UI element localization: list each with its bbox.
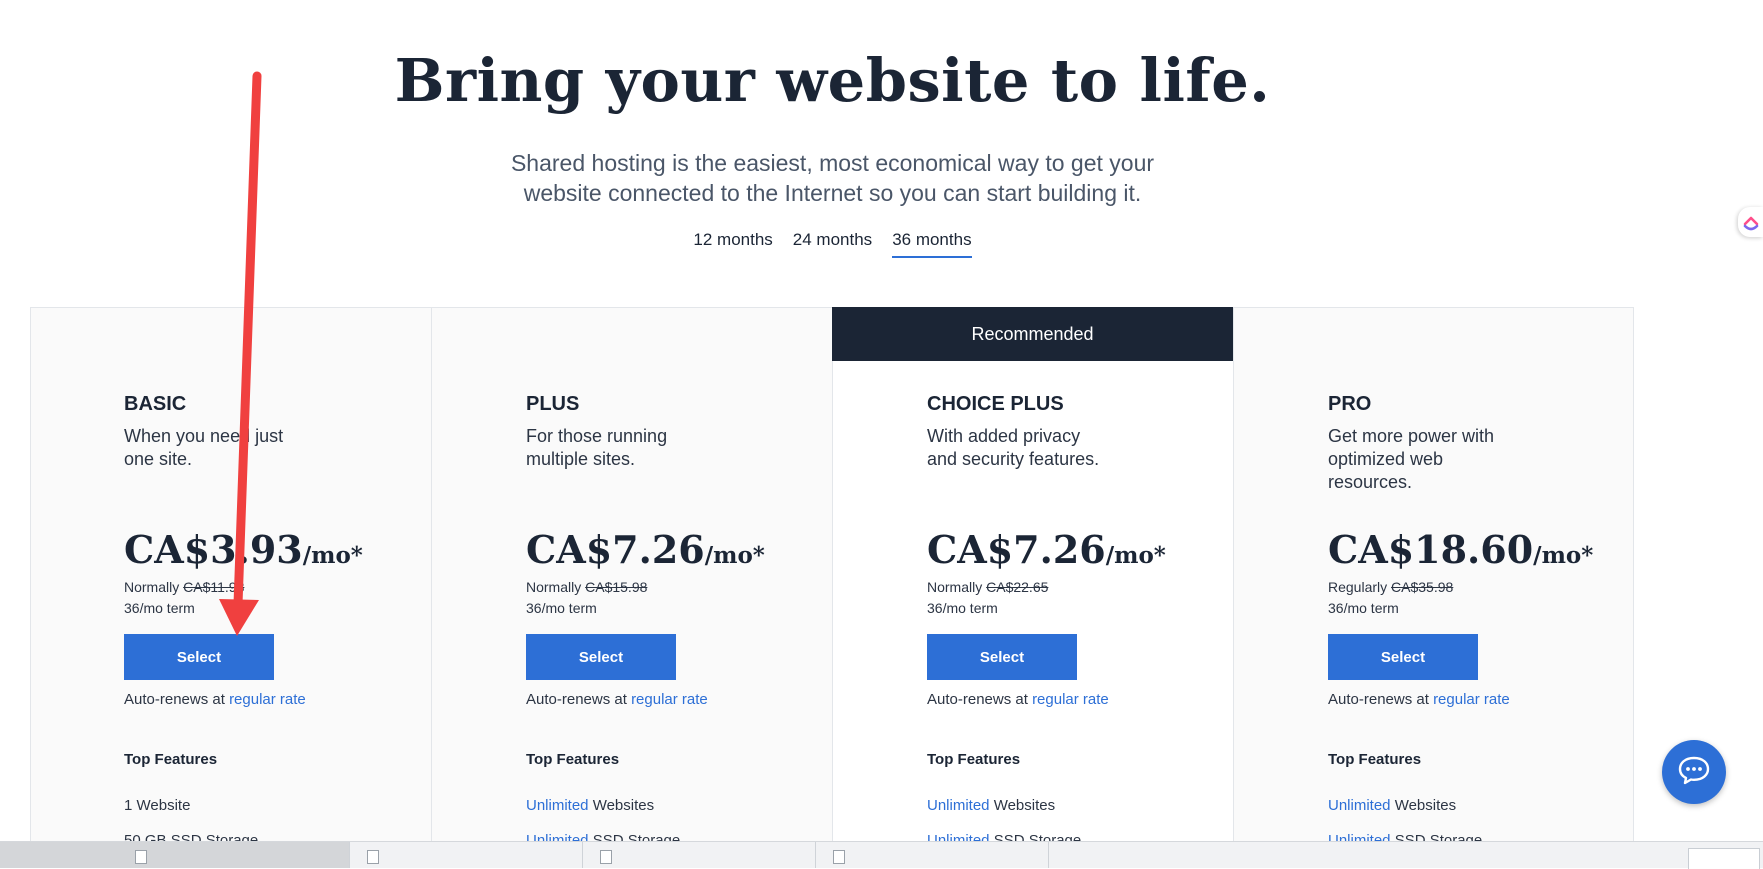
- page-subtitle: Shared hosting is the easiest, most econ…: [0, 148, 1665, 208]
- feature-text: Websites: [989, 797, 1056, 814]
- feature-text: Websites: [1390, 797, 1457, 814]
- clickup-logo-icon[interactable]: [1738, 207, 1763, 237]
- plan-name: PLUS: [526, 393, 580, 415]
- normal-label: Normally: [124, 579, 180, 595]
- term-text: 36/mo term: [526, 600, 597, 616]
- renew-note: Auto-renews at regular rate: [927, 691, 1109, 708]
- renew-text: Auto-renews at: [927, 691, 1028, 708]
- recommended-banner: Recommended: [832, 307, 1233, 361]
- document-icon: [600, 850, 612, 864]
- feature-highlight-link[interactable]: Unlimited: [927, 797, 990, 814]
- features-title: Top Features: [124, 751, 218, 768]
- plan-price: CA$7.26/mo*: [526, 527, 765, 572]
- plan-card-choice-plus: CHOICE PLUS With added privacy and secur…: [832, 307, 1233, 849]
- price-unit: /mo*: [704, 542, 765, 569]
- tab-12-months[interactable]: 12 months: [693, 230, 772, 258]
- page-title: Bring your website to life.: [394, 46, 1271, 115]
- renew-note: Auto-renews at regular rate: [526, 691, 708, 708]
- price-amount: CA$3.93: [124, 527, 303, 572]
- subtitle-line-1: Shared hosting is the easiest, most econ…: [510, 150, 1155, 176]
- select-button[interactable]: Select: [526, 634, 676, 680]
- document-icon: [833, 850, 845, 864]
- strikethrough-price: CA$11.98: [183, 579, 245, 595]
- taskbar-item[interactable]: [349, 842, 583, 868]
- features-title: Top Features: [526, 751, 620, 768]
- price-amount: CA$7.26: [927, 527, 1106, 572]
- subtitle-line-2: website connected to the Internet so you…: [523, 180, 1142, 206]
- features-title: Top Features: [1328, 751, 1422, 768]
- term-selector: 12 months 24 months 36 months: [0, 230, 1665, 258]
- taskbar-show-all-button[interactable]: [1688, 848, 1760, 869]
- strikethrough-price: CA$15.98: [585, 579, 648, 595]
- chat-bubble-icon: [1677, 755, 1711, 790]
- renew-text: Auto-renews at: [124, 691, 225, 708]
- renew-text: Auto-renews at: [1328, 691, 1429, 708]
- strikethrough-price: CA$35.98: [1391, 579, 1454, 595]
- taskbar-item[interactable]: [117, 842, 350, 868]
- plan-description: When you need just one site.: [124, 426, 284, 469]
- feature-item: Unlimited Websites: [526, 797, 654, 814]
- select-button[interactable]: Select: [927, 634, 1077, 680]
- term-text: 36/mo term: [1328, 600, 1399, 616]
- feature-text: Websites: [588, 797, 655, 814]
- plan-name: BASIC: [124, 393, 187, 415]
- feature-item: Unlimited Websites: [1328, 797, 1456, 814]
- term-text: 36/mo term: [124, 600, 195, 616]
- document-icon: [135, 850, 147, 864]
- feature-highlight-link[interactable]: Unlimited: [526, 797, 589, 814]
- plan-card-basic: BASIC When you need just one site. CA$3.…: [30, 307, 431, 849]
- price-amount: CA$7.26: [526, 527, 705, 572]
- renew-note: Auto-renews at regular rate: [1328, 691, 1510, 708]
- normal-price: Normally CA$22.65 36/mo term: [927, 577, 1048, 619]
- renew-text: Auto-renews at: [526, 691, 627, 708]
- price-unit: /mo*: [1105, 542, 1166, 569]
- regular-rate-link[interactable]: regular rate: [1032, 691, 1109, 708]
- taskbar-item[interactable]: [815, 842, 1049, 868]
- document-icon: [367, 850, 379, 864]
- normal-price: Regularly CA$35.98 36/mo term: [1328, 577, 1453, 619]
- tab-24-months[interactable]: 24 months: [793, 230, 872, 258]
- normal-label: Regularly: [1328, 579, 1388, 595]
- feature-highlight-link[interactable]: Unlimited: [1328, 797, 1391, 814]
- plan-description: For those running multiple sites.: [526, 426, 668, 469]
- feature-item: 1 Website: [124, 797, 190, 814]
- term-text: 36/mo term: [927, 600, 998, 616]
- taskbar-item[interactable]: [0, 842, 118, 868]
- plan-name: PRO: [1328, 393, 1372, 415]
- features-title: Top Features: [927, 751, 1021, 768]
- regular-rate-link[interactable]: regular rate: [229, 691, 306, 708]
- normal-label: Normally: [927, 579, 983, 595]
- taskbar: [0, 841, 1763, 869]
- plan-description: Get more power with optimized web resour…: [1328, 426, 1495, 492]
- taskbar-item[interactable]: [582, 842, 816, 868]
- normal-price: Normally CA$11.98 36/mo term: [124, 577, 244, 619]
- select-button[interactable]: Select: [124, 634, 274, 680]
- renew-note: Auto-renews at regular rate: [124, 691, 306, 708]
- plan-card-pro: PRO Get more power with optimized web re…: [1233, 307, 1634, 849]
- price-unit: /mo*: [302, 542, 363, 569]
- select-button[interactable]: Select: [1328, 634, 1478, 680]
- plan-price: CA$7.26/mo*: [927, 527, 1166, 572]
- plan-description: With added privacy and security features…: [927, 426, 1100, 469]
- regular-rate-link[interactable]: regular rate: [1433, 691, 1510, 708]
- feature-item: Unlimited Websites: [927, 797, 1055, 814]
- plan-price: CA$3.93/mo*: [124, 527, 363, 572]
- plan-card-plus: PLUS For those running multiple sites. C…: [431, 307, 832, 849]
- price-unit: /mo*: [1533, 542, 1594, 569]
- regular-rate-link[interactable]: regular rate: [631, 691, 708, 708]
- feature-text: 1 Website: [124, 797, 191, 814]
- chat-button[interactable]: [1662, 740, 1726, 804]
- normal-label: Normally: [526, 579, 582, 595]
- price-amount: CA$18.60: [1328, 527, 1534, 572]
- plan-price: CA$18.60/mo*: [1328, 527, 1593, 572]
- normal-price: Normally CA$15.98 36/mo term: [526, 577, 647, 619]
- strikethrough-price: CA$22.65: [986, 579, 1049, 595]
- plan-name: CHOICE PLUS: [927, 393, 1064, 415]
- tab-36-months[interactable]: 36 months: [892, 230, 972, 258]
